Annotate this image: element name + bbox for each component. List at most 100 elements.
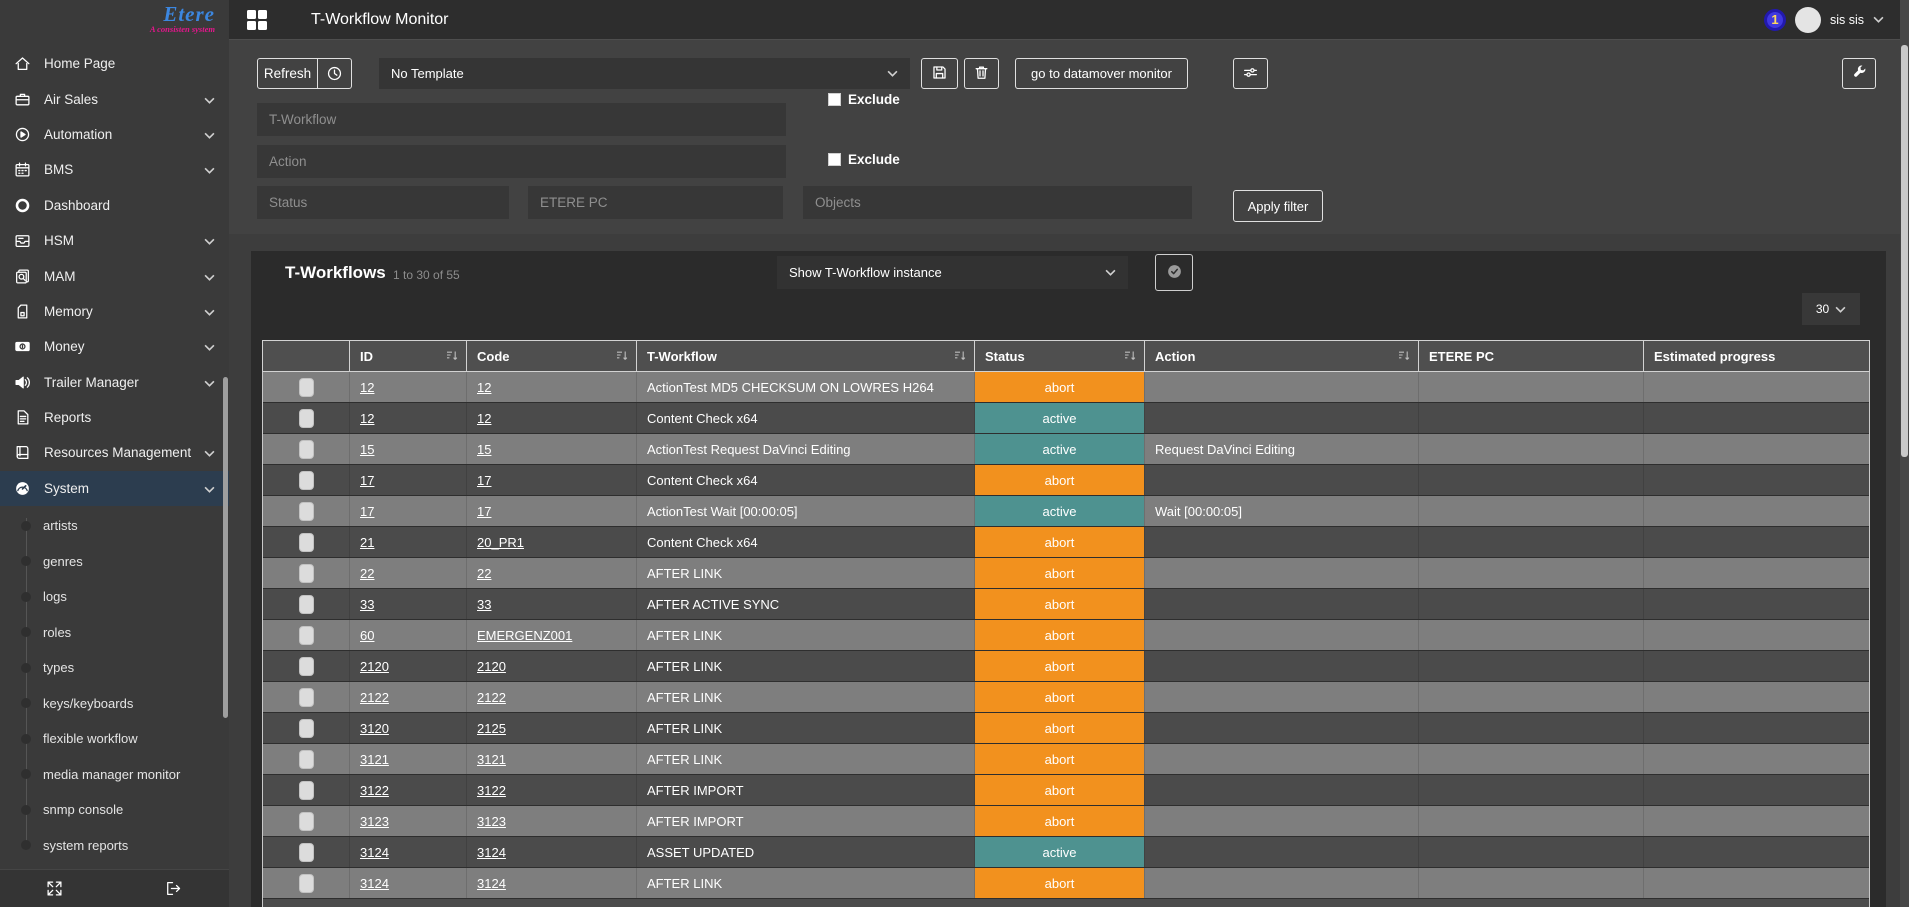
sidebar-item-resources-management[interactable]: Resources Management — [0, 435, 229, 470]
submenu-item-genres[interactable]: genres — [0, 544, 229, 580]
row-code-link[interactable]: 17 — [477, 504, 491, 519]
row-checkbox[interactable] — [299, 502, 314, 521]
sidebar-item-system[interactable]: System — [0, 471, 229, 506]
row-code-link[interactable]: EMERGENZ001 — [477, 628, 572, 643]
row-checkbox[interactable] — [299, 781, 314, 800]
row-checkbox[interactable] — [299, 874, 314, 893]
submenu-item-keys-keyboards[interactable]: keys/keyboards — [0, 686, 229, 722]
sort-icon[interactable] — [616, 350, 628, 362]
column-header-status[interactable]: Status — [975, 341, 1145, 371]
sidebar-item-home-page[interactable]: Home Page — [0, 46, 229, 81]
row-checkbox[interactable] — [299, 440, 314, 459]
row-checkbox[interactable] — [299, 843, 314, 862]
row-id-link[interactable]: 3121 — [360, 752, 389, 767]
row-checkbox[interactable] — [299, 564, 314, 583]
sidebar-item-air-sales[interactable]: Air Sales — [0, 81, 229, 116]
sidebar-item-mam[interactable]: MAM — [0, 258, 229, 293]
row-id-link[interactable]: 33 — [360, 597, 374, 612]
submenu-item-snmp-console[interactable]: snmp console — [0, 792, 229, 828]
row-id-link[interactable]: 21 — [360, 535, 374, 550]
delete-template-button[interactable] — [964, 58, 999, 89]
sidebar-item-bms[interactable]: BMS — [0, 152, 229, 187]
sort-icon[interactable] — [446, 350, 458, 362]
row-id-link[interactable]: 3124 — [360, 845, 389, 860]
row-checkbox[interactable] — [299, 471, 314, 490]
logout-icon[interactable] — [162, 879, 182, 899]
row-code-link[interactable]: 2125 — [477, 721, 506, 736]
sidebar-item-hsm[interactable]: HSM — [0, 223, 229, 258]
page-scrollbar-thumb[interactable] — [1901, 45, 1908, 457]
submenu-item-flexible-workflow[interactable]: flexible workflow — [0, 721, 229, 757]
page-scrollbar[interactable] — [1900, 0, 1909, 907]
row-checkbox[interactable] — [299, 657, 314, 676]
page-size-select[interactable]: 30 — [1802, 293, 1860, 325]
row-checkbox[interactable] — [299, 688, 314, 707]
submenu-item-system-reports[interactable]: system reports — [0, 828, 229, 864]
sort-icon[interactable] — [954, 350, 966, 362]
row-id-link[interactable]: 22 — [360, 566, 374, 581]
row-id-link[interactable]: 2122 — [360, 690, 389, 705]
save-template-button[interactable] — [921, 58, 958, 89]
sidebar-scrollbar[interactable] — [223, 377, 228, 718]
column-header-t-workflow[interactable]: T-Workflow — [637, 341, 975, 371]
sidebar-item-memory[interactable]: Memory — [0, 294, 229, 329]
row-checkbox[interactable] — [299, 533, 314, 552]
row-checkbox[interactable] — [299, 750, 314, 769]
row-code-link[interactable]: 20_PR1 — [477, 535, 524, 550]
submenu-item-logs[interactable]: logs — [0, 579, 229, 615]
row-id-link[interactable]: 12 — [360, 380, 374, 395]
row-code-link[interactable]: 12 — [477, 380, 491, 395]
row-checkbox[interactable] — [299, 595, 314, 614]
row-code-link[interactable]: 3121 — [477, 752, 506, 767]
go-to-datamover-button[interactable]: go to datamover monitor — [1015, 58, 1188, 89]
instance-select[interactable]: Show T-Workflow instance — [777, 256, 1128, 289]
sidebar-item-dashboard[interactable]: Dashboard — [0, 188, 229, 223]
clock-icon[interactable] — [318, 59, 351, 88]
row-id-link[interactable]: 60 — [360, 628, 374, 643]
row-code-link[interactable]: 2122 — [477, 690, 506, 705]
column-header-id[interactable]: ID — [350, 341, 467, 371]
row-code-link[interactable]: 15 — [477, 442, 491, 457]
chevron-down-icon[interactable] — [1873, 16, 1884, 23]
user-name[interactable]: sis sis — [1830, 13, 1864, 27]
row-id-link[interactable]: 3122 — [360, 783, 389, 798]
exclude-tworkflow-checkbox[interactable]: Exclude — [828, 92, 900, 107]
sort-icon[interactable] — [1398, 350, 1410, 362]
row-checkbox[interactable] — [299, 812, 314, 831]
column-header-code[interactable]: Code — [467, 341, 637, 371]
row-code-link[interactable]: 12 — [477, 411, 491, 426]
column-header-action[interactable]: Action — [1145, 341, 1419, 371]
row-id-link[interactable]: 17 — [360, 504, 374, 519]
template-select[interactable]: No Template — [379, 58, 910, 89]
apply-filter-button[interactable]: Apply filter — [1233, 190, 1323, 222]
sidebar-item-trailer-manager[interactable]: Trailer Manager — [0, 365, 229, 400]
settings-button[interactable] — [1842, 58, 1876, 89]
row-code-link[interactable]: 33 — [477, 597, 491, 612]
row-checkbox[interactable] — [299, 409, 314, 428]
etere-pc-filter-input[interactable] — [528, 186, 783, 219]
refresh-button[interactable]: Refresh — [258, 59, 317, 88]
sidebar-item-money[interactable]: Money — [0, 329, 229, 364]
row-code-link[interactable]: 3124 — [477, 876, 506, 891]
submenu-item-artists[interactable]: artists — [0, 508, 229, 544]
grid-icon[interactable] — [245, 8, 269, 32]
submenu-item-roles[interactable]: roles — [0, 615, 229, 651]
sort-icon[interactable] — [1124, 350, 1136, 362]
exclude-action-checkbox[interactable]: Exclude — [828, 152, 900, 167]
objects-filter-input[interactable] — [803, 186, 1192, 219]
row-code-link[interactable]: 2120 — [477, 659, 506, 674]
row-id-link[interactable]: 15 — [360, 442, 374, 457]
row-id-link[interactable]: 12 — [360, 411, 374, 426]
submenu-item-media-manager-monitor[interactable]: media manager monitor — [0, 757, 229, 793]
sidebar-item-automation[interactable]: Automation — [0, 117, 229, 152]
row-checkbox[interactable] — [299, 626, 314, 645]
row-id-link[interactable]: 17 — [360, 473, 374, 488]
sidebar-item-reports[interactable]: Reports — [0, 400, 229, 435]
row-id-link[interactable]: 3124 — [360, 876, 389, 891]
expand-icon[interactable] — [44, 879, 64, 899]
t-workflow-filter-input[interactable] — [257, 103, 786, 136]
filter-options-button[interactable] — [1233, 58, 1268, 89]
row-checkbox[interactable] — [299, 378, 314, 397]
action-filter-input[interactable] — [257, 145, 786, 178]
row-code-link[interactable]: 17 — [477, 473, 491, 488]
